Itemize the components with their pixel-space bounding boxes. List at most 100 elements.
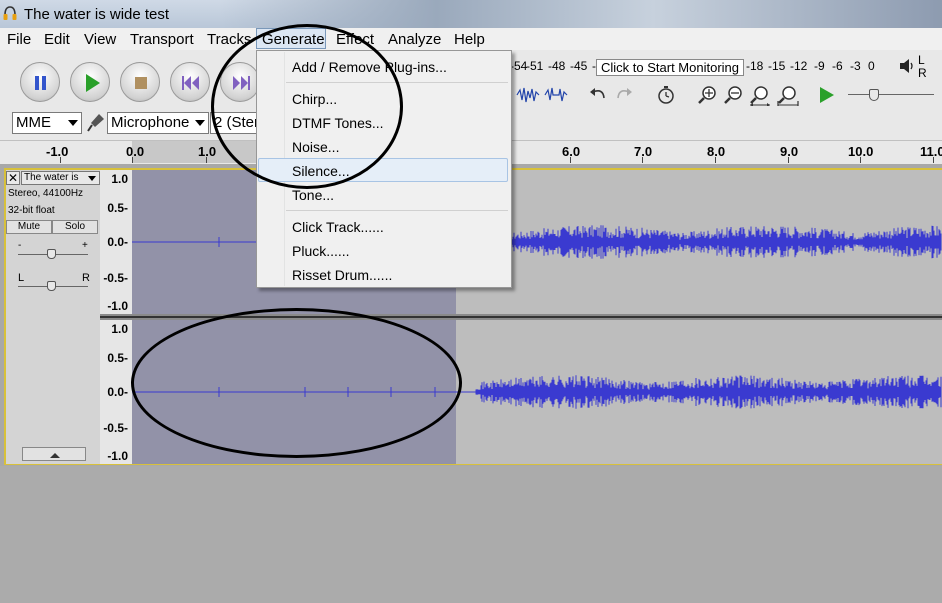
menu-help[interactable]: Help: [454, 31, 485, 48]
zoom-selection-icon: [750, 86, 770, 107]
meter-tick: -3: [850, 59, 861, 73]
ruler-tick-label: 11.0: [920, 144, 942, 159]
meter-tick: 0: [868, 59, 875, 73]
trim-outside-button[interactable]: [516, 84, 540, 106]
track-sample-info: Stereo, 44100Hz: [8, 188, 84, 199]
meter-tick: -54: [510, 59, 528, 73]
menu-analyze[interactable]: Analyze: [388, 31, 441, 48]
menu-edit[interactable]: Edit: [44, 31, 70, 48]
pause-button[interactable]: [20, 62, 60, 102]
waveform-left: [132, 225, 942, 259]
meter-tick: -18: [746, 59, 764, 73]
audio-host-select[interactable]: MME: [12, 112, 82, 134]
amplitude-tick: -1.0: [107, 299, 128, 313]
stop-icon: [135, 77, 147, 89]
close-icon: ✕: [7, 171, 19, 185]
skip-start-button[interactable]: [170, 62, 210, 102]
undo-button[interactable]: [586, 84, 610, 106]
fit-selection-button[interactable]: [748, 84, 772, 107]
gain-slider-knob[interactable]: [47, 249, 56, 259]
audacity-headphones-icon: [3, 6, 17, 20]
ruler-tick-label: 1.0: [198, 144, 217, 159]
amplitude-tick: 0.5-: [107, 201, 128, 215]
redo-button[interactable]: [612, 84, 636, 106]
meter-tick: -48: [548, 59, 566, 73]
meter-tick: -15: [768, 59, 786, 73]
mute-button[interactable]: Mute: [6, 220, 52, 234]
zoom-out-button[interactable]: [722, 84, 746, 106]
meter-tick: -45: [570, 59, 588, 73]
amplitude-tick: -0.5-: [103, 271, 128, 285]
menu-transport[interactable]: Transport: [130, 31, 194, 48]
meter-label-left: L: [918, 53, 925, 67]
ruler-tick-label: 6.0: [562, 144, 581, 159]
meter-label-right: R: [918, 66, 927, 80]
menu-item-risset-drum[interactable]: Risset Drum......: [292, 267, 392, 283]
track-format-info: 32-bit float: [8, 205, 55, 216]
menu-item-tone[interactable]: Tone...: [292, 187, 334, 203]
meter-tick: -9: [814, 59, 825, 73]
track-name-label: The water is: [24, 172, 79, 183]
track-name-menu[interactable]: The water is: [21, 171, 100, 185]
annotation-ellipse-menu: [211, 24, 403, 189]
ruler-tick-label: 9.0: [780, 144, 799, 159]
silence-audio-button[interactable]: [544, 84, 568, 106]
track-close-button[interactable]: ✕: [6, 171, 20, 185]
trim-audio-icon: [516, 87, 540, 103]
meter-tick: -12: [790, 59, 808, 73]
amplitude-tick: 0.0-: [107, 235, 128, 249]
silence-audio-icon: [544, 87, 568, 102]
play-button[interactable]: [70, 62, 110, 102]
amplitude-tick: 1.0: [111, 172, 128, 186]
meter-tick: -6: [832, 59, 843, 73]
zoom-in-icon: [698, 86, 716, 104]
undo-icon: [590, 88, 605, 99]
play-at-speed-button[interactable]: [814, 84, 838, 106]
menu-file[interactable]: File: [7, 31, 31, 48]
amplitude-tick: -0.5-: [103, 421, 128, 435]
collapse-arrow-icon: [50, 453, 60, 458]
microphone-icon: [87, 114, 104, 132]
zoom-fit-icon: [777, 86, 799, 106]
pan-right-label: R: [82, 272, 90, 284]
play-icon: [86, 74, 100, 92]
menu-bar: File Edit View Transport Tracks Generate…: [0, 28, 942, 50]
zoom-in-button[interactable]: [696, 84, 720, 106]
track-collapse-button[interactable]: [22, 447, 86, 461]
ruler-tick-label: 7.0: [634, 144, 653, 159]
pan-slider-knob[interactable]: [47, 281, 56, 291]
pan-left-label: L: [18, 272, 25, 284]
amplitude-tick: -1.0: [107, 449, 128, 463]
annotation-ellipse-silence: [131, 308, 462, 458]
ruler-tick-label: 0.0: [126, 144, 145, 159]
start-monitoring-button[interactable]: Click to Start Monitoring: [596, 59, 744, 76]
meter-tick: -51: [526, 59, 544, 73]
clock-icon: [658, 86, 674, 104]
stop-button[interactable]: [120, 62, 160, 102]
fit-project-button[interactable]: [776, 84, 800, 106]
skip-start-icon: [182, 76, 199, 90]
play-speed-slider-track[interactable]: [848, 94, 934, 95]
redo-icon: [617, 88, 632, 99]
recording-device-select[interactable]: Microphone: [107, 112, 209, 134]
solo-button[interactable]: Solo: [52, 220, 98, 234]
ruler-tick-label: -1.0: [46, 144, 69, 159]
sync-lock-button[interactable]: [654, 84, 678, 106]
gain-minus-label: -: [18, 240, 22, 251]
menu-item-pluck[interactable]: Pluck......: [292, 243, 350, 259]
pause-icon: [35, 76, 46, 90]
audio-host-value: MME: [16, 114, 51, 131]
amplitude-tick: 0.5-: [107, 351, 128, 365]
menu-view[interactable]: View: [84, 31, 116, 48]
gain-plus-label: +: [82, 240, 88, 251]
recording-device-value: Microphone: [111, 114, 190, 131]
amplitude-tick: 1.0: [111, 322, 128, 336]
ruler-tick-label: 8.0: [707, 144, 726, 159]
amplitude-tick: 0.0-: [107, 385, 128, 399]
speaker-icon: [900, 59, 913, 73]
window-title: The water is wide test: [24, 6, 170, 23]
zoom-out-icon: [724, 86, 742, 104]
menu-item-click-track[interactable]: Click Track......: [292, 219, 384, 235]
play-at-speed-icon: [820, 87, 834, 103]
play-speed-slider-knob[interactable]: [869, 89, 879, 101]
